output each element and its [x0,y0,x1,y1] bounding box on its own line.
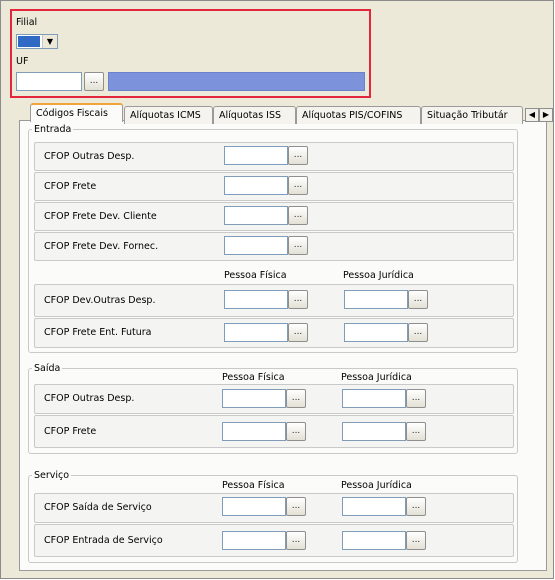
entrada-dev-outras-desp-pf-lookup-button[interactable]: ... [288,290,308,309]
saida-outras-desp-pf-lookup-button[interactable]: ... [286,389,306,408]
entrada-frete-ent-futura-pj-lookup-button[interactable]: ... [408,323,428,342]
row-label: CFOP Frete [44,181,97,192]
chevron-down-icon[interactable]: ▼ [42,35,57,48]
tab-situacao-tributaria[interactable]: Situação Tributár [421,106,523,124]
saida-outras-desp-pj-lookup-button[interactable]: ... [406,389,426,408]
uf-description-field [108,72,365,91]
saida-group-title: Saída [32,363,63,375]
row-label: CFOP Outras Desp. [44,393,135,404]
servico-saida-pj-input[interactable] [342,497,406,516]
tab-aliquotas-pis-cofins[interactable]: Alíquotas PIS/COFINS [296,106,421,124]
uf-label: UF [16,56,29,67]
servico-saida-pf-lookup-button[interactable]: ... [286,497,306,516]
row-label: CFOP Saída de Serviço [44,502,152,513]
saida-outras-desp-pj-input[interactable] [342,389,406,408]
row-label: CFOP Entrada de Serviço [44,535,163,546]
entrada-outras-desp-lookup-button[interactable]: ... [288,146,308,165]
filial-select[interactable]: ▼ [16,34,58,49]
uf-input[interactable] [16,72,82,91]
entrada-frete-ent-futura-pj-input[interactable] [344,323,408,342]
entrada-frete-dev-fornec-input[interactable] [224,236,288,255]
tab-codigos-fiscais[interactable]: Códigos Fiscais [30,103,123,122]
entrada-frete-ent-futura-pf-input[interactable] [224,323,288,342]
col-header-pessoa-juridica: Pessoa Jurídica [343,270,414,281]
entrada-dev-outras-desp-pj-lookup-button[interactable]: ... [408,290,428,309]
entrada-outras-desp-input[interactable] [224,146,288,165]
col-header-pessoa-fisica: Pessoa Física [222,372,285,383]
row-label: CFOP Frete Ent. Futura [44,327,152,338]
servico-saida-pj-lookup-button[interactable]: ... [406,497,426,516]
saida-frete-pj-input[interactable] [342,422,406,441]
entrada-frete-ent-futura-pf-lookup-button[interactable]: ... [288,323,308,342]
servico-group-title: Serviço [32,470,72,482]
servico-entrada-pf-lookup-button[interactable]: ... [286,531,306,550]
filial-label: Filial [16,17,38,28]
tab-aliquotas-icms[interactable]: Alíquotas ICMS [124,106,213,124]
entrada-frete-dev-cliente-lookup-button[interactable]: ... [288,206,308,225]
row-label: CFOP Outras Desp. [44,151,135,162]
col-header-pessoa-fisica: Pessoa Física [224,270,287,281]
entrada-frete-lookup-button[interactable]: ... [288,176,308,195]
tab-scroll-right-icon[interactable]: ▶ [539,108,553,122]
entrada-dev-outras-desp-pj-input[interactable] [344,290,408,309]
row-label: CFOP Dev.Outras Desp. [44,295,156,306]
entrada-frete-dev-cliente-input[interactable] [224,206,288,225]
entrada-group-title: Entrada [32,124,74,136]
saida-outras-desp-pf-input[interactable] [222,389,286,408]
uf-lookup-button[interactable]: ... [84,72,104,91]
saida-frete-pj-lookup-button[interactable]: ... [406,422,426,441]
saida-frete-pf-input[interactable] [222,422,286,441]
row-label: CFOP Frete Dev. Cliente [44,211,157,222]
row-label: CFOP Frete [44,426,97,437]
servico-entrada-pj-lookup-button[interactable]: ... [406,531,426,550]
filial-selected-value [18,36,40,47]
entrada-dev-outras-desp-pf-input[interactable] [224,290,288,309]
entrada-frete-input[interactable] [224,176,288,195]
saida-frete-pf-lookup-button[interactable]: ... [286,422,306,441]
col-header-pessoa-fisica: Pessoa Física [222,480,285,491]
tab-scroll-left-icon[interactable]: ◀ [525,108,539,122]
entrada-frete-dev-fornec-lookup-button[interactable]: ... [288,236,308,255]
col-header-pessoa-juridica: Pessoa Jurídica [341,480,412,491]
servico-entrada-pj-input[interactable] [342,531,406,550]
servico-saida-pf-input[interactable] [222,497,286,516]
row-label: CFOP Frete Dev. Fornec. [44,241,159,252]
servico-entrada-pf-input[interactable] [222,531,286,550]
col-header-pessoa-juridica: Pessoa Jurídica [341,372,412,383]
tab-aliquotas-iss[interactable]: Alíquotas ISS [213,106,296,124]
